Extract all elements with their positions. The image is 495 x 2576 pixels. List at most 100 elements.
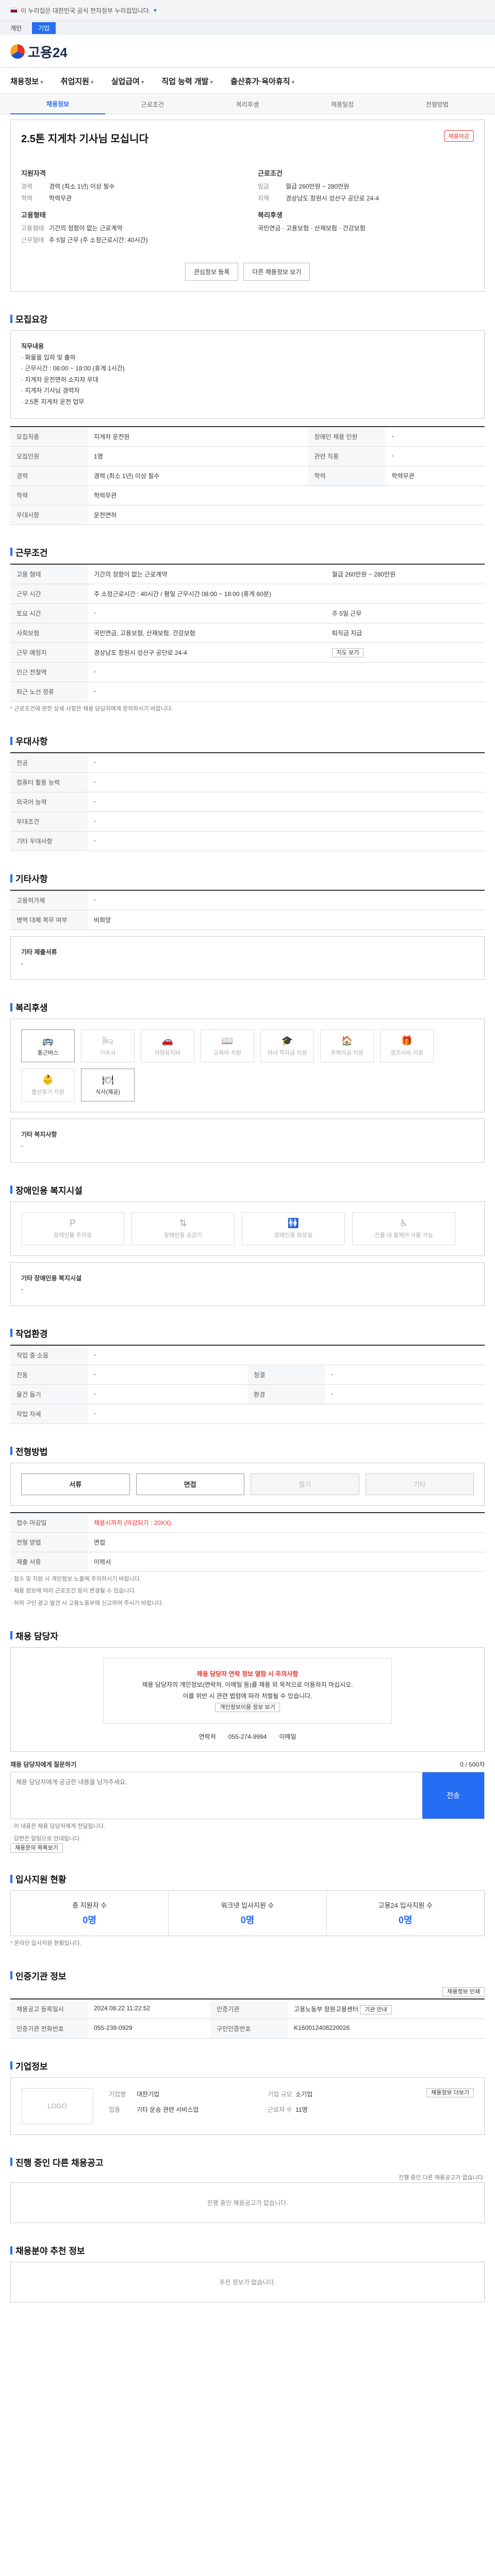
section-title: 입사지원 현황 [10,1872,485,1885]
main-nav: 채용정보 취업지원 실업급여 직업 능력 개발 출산휴가·육아휴직 [0,68,495,94]
row-key: 채용공고 등록일시 [10,1998,88,2019]
row-value: - [88,831,485,852]
row-value: - [88,792,485,812]
user-type-bar: 개인 기업 [0,21,495,35]
row-value: 경력 (최소 1년) 이상 필수 [88,466,308,486]
kv-key: 업종 [109,2106,121,2113]
kv-value: 소기업 [295,2090,313,2098]
agency-info-button[interactable]: 기관 안내 [360,2005,392,2014]
row-value: - [325,1365,485,1385]
card-label: 경조사비 지원 [390,1049,423,1056]
applicant-note: * 온라인 입사지원 현황입니다. [10,1940,81,1947]
section-title: 모집요강 [10,312,485,325]
row-key: 접수 마감일 [10,1512,88,1533]
row-key: 작업 자세 [10,1404,88,1424]
row-key: 환경 [248,1384,325,1404]
kv-value: 학력무관 [49,195,72,202]
agency-table: 채용공고 등록일시 2024.08.22 11:22:52 인증기관 고용노동부 창원… [10,1998,485,2039]
nav-employment-support[interactable]: 취업지원 [61,76,94,87]
row-key: 고용 형태 [10,564,88,584]
tab-personal[interactable]: 개인 [10,24,22,32]
kv-value: 경력 (최소 1년) 이상 필수 [49,183,115,190]
nav-vocational-training[interactable]: 직업 능력 개발 [161,76,213,87]
section-applicants: 입사지원 현황 총 지원자 수 0명 워크넷 입사지원 수 0명 고용24 입사지원… [10,1872,485,1948]
summary-heading: 근로조건 [258,170,283,177]
tab-schedule[interactable]: 채용일정 [295,100,390,109]
row-value: 1명 [88,446,308,466]
desc-line: · 화물을 입하 및 출하 [21,353,76,361]
nav-jobs[interactable]: 채용정보 [10,76,43,87]
box-value: - [21,1285,23,1293]
box-title: 기타 제출서류 [21,948,57,956]
row-key: 기타 우대사항 [10,831,88,852]
meal-icon: 🍽 [102,1074,114,1085]
welfare-card: 🚌 통근버스 [21,1029,75,1063]
chevron-down-icon[interactable]: ▾ [154,7,157,14]
desc-line: · 지게차 운전면허 소지자 우대 [21,376,98,383]
row-value: 학력무관 [385,466,485,486]
box-title: 기타 장애인용 복지시설 [21,1274,82,1282]
restroom-icon: 🚻 [287,1218,300,1229]
welfare-other: 기타 복지사항 - [10,1118,485,1163]
tab-company[interactable]: 기업 [32,22,56,34]
company-box: LOGO 기업명 대한기업 업종 기타 운송 관련 서비스업 기업 규모 소기업 근로… [10,2077,485,2135]
nav-unemployment-benefit[interactable]: 실업급여 [111,76,144,87]
inquiry-input[interactable] [11,1772,422,1819]
welfare-card: 🏠 주택자금 지원 [320,1029,374,1063]
tab-conditions[interactable]: 근로조건 [105,100,200,109]
summary-heading: 복리후생 [258,211,283,219]
privacy-info-button[interactable]: 개인정보이용 정보 보기 [215,1703,280,1713]
row-key: 전공 [10,753,88,773]
access-card: ♿ 건물 내 휠체어 사용 가능 [352,1212,455,1245]
row-value: - [88,753,485,773]
access-card: ⇅ 장애인용 승강기 [131,1212,235,1245]
print-button[interactable]: 채용정보 인쇄 [442,1987,485,1996]
card-label: 통근버스 [37,1049,59,1056]
section-contact: 채용 담당자 채용 담당자 연락 정보 열람 시 주의사항 채용 담당자의 개인… [10,1629,485,1853]
row-value: - [88,1345,485,1365]
section-selection: 전형방법 서류 면접 필기 기타 접수 마감일 채용시까지 (마감되기 : 20X… [10,1445,485,1608]
conditions-table: 고용 형태 기간의 정함이 없는 근로계약 월급 260만원 ~ 280만원 근무 … [10,563,485,702]
pay-value: 월급 260만원 ~ 280만원 [325,564,485,584]
book-icon: 📖 [221,1035,234,1046]
selection-note: · 접수 및 지원 시 개인정보 노출에 주의하시기 바랍니다. [10,1575,141,1582]
row-value: - [385,446,485,466]
tab-welfare[interactable]: 복리후생 [200,100,295,109]
welfare-card: 🎓 자녀 학자금 지원 [260,1029,314,1063]
row-value: - [88,890,485,911]
row-value: 비희망 [88,910,485,930]
box-value: - [21,1142,23,1149]
card-label: 자녀 학자금 지원 [267,1049,307,1056]
row-value: - [88,662,485,682]
kv-key: 기업 규모 [268,2090,292,2098]
site-logo[interactable]: 고용24 [10,42,68,61]
row-key: 모집인원 [10,446,88,466]
map-button[interactable]: 지도 보기 [332,648,364,657]
other-jobs-button[interactable]: 다른 채용정보 보기 [243,263,310,281]
preference-table: 전공 - 컴퓨터 활용 능력 - 외국어 능력 - 우대조건 - 기타 우대사항 - [10,752,485,852]
tab-recruit[interactable]: 채용정보 [10,99,105,114]
other-jobs-note: 진행 중인 다른 채용공고가 없습니다. [398,2174,485,2181]
gov-banner: 이 누리집은 대한민국 공식 전자정부 누리집입니다. ▾ [0,0,495,21]
interest-button[interactable]: 관심정보 등록 [185,263,239,281]
row-key: 구인인증번호 [210,2019,288,2039]
send-button[interactable]: 전송 [422,1772,484,1819]
row-key: 학력 [308,466,386,486]
card-label: 건물 내 휠체어 사용 가능 [374,1232,433,1239]
row-key: 경력 [10,466,88,486]
row-value: - [88,603,326,623]
nav-parental-leave[interactable]: 출산휴가·육아휴직 [230,76,294,87]
card-label: 기숙사 [100,1049,116,1056]
section-title: 채용 담당자 [10,1629,485,1642]
kv-value: 경상남도 창원시 성산구 공단로 24-4 [286,195,379,202]
row-value: - [88,682,485,702]
kv-value: 11명 [295,2106,308,2113]
tab-selection[interactable]: 전형방법 [390,100,485,109]
baby-icon: 👶 [42,1074,54,1085]
row-value: 경상남도 창원시 성산구 공단로 24-4 [88,642,326,663]
kv-key: 기업명 [109,2090,126,2098]
inquiry-list-button[interactable]: 채용문의 목록보기 [10,1843,63,1853]
kv-key: 학력 [21,195,33,202]
row-value: - [325,1384,485,1404]
company-jobs-button[interactable]: 채용정보 더보기 [426,2088,474,2097]
